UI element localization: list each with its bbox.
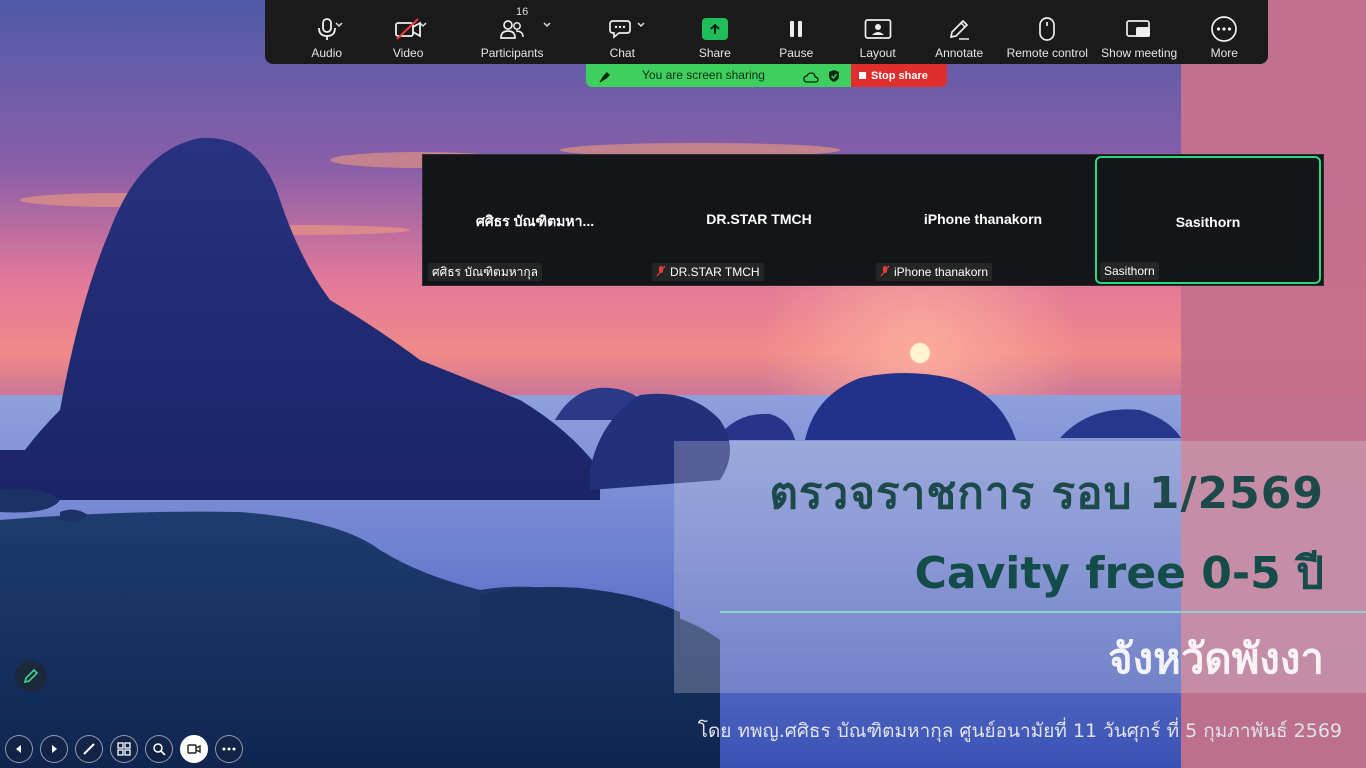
participants-count: 16 (516, 6, 529, 18)
stop-share-label: Stop share (871, 69, 928, 82)
participant-tag: iPhone thanakorn (876, 263, 993, 281)
slide-byline: โดย ทพญ.ศศิธร บัณฑิตมหากุล ศูนย์อนามัยที… (697, 720, 1342, 742)
audio-chevron-icon[interactable] (333, 16, 345, 28)
participant-video-strip: ศศิธร บัณฑิตมหา... ศศิธร บัณฑิตมหากุล DR… (422, 154, 1324, 286)
show-meeting-button[interactable]: Show meeting (1096, 0, 1183, 64)
remote-control-label: Remote control (1006, 46, 1088, 60)
more-icon (222, 747, 236, 751)
slide-title-line3: จังหวัดพังงา (1108, 634, 1324, 683)
share-screen-icon (701, 12, 728, 46)
annotate-pen-button[interactable] (15, 660, 47, 692)
share-button[interactable]: Share (679, 0, 750, 64)
pen-icon (947, 12, 971, 46)
muted-microphone-icon (880, 265, 890, 280)
pin-icon[interactable] (598, 68, 611, 87)
participants-chevron-icon[interactable] (541, 16, 553, 28)
pen-icon (23, 668, 39, 684)
layout-label: Layout (859, 46, 896, 60)
participant-tag-label: iPhone thanakorn (894, 265, 989, 279)
chat-button[interactable]: Chat (591, 0, 653, 64)
pen-tool-button[interactable] (75, 735, 103, 763)
muted-microphone-icon (656, 265, 666, 280)
participant-tile[interactable]: ศศิธร บัณฑิตมหา... ศศิธร บัณฑิตมหากุล (423, 155, 647, 285)
layout-button[interactable]: Layout (842, 0, 913, 64)
more-icon (1210, 12, 1238, 46)
slides-grid-button[interactable] (110, 735, 138, 763)
screen-sharing-bar[interactable]: You are screen sharing (586, 64, 851, 87)
video-button[interactable]: Video (372, 0, 443, 64)
camera-button[interactable] (180, 735, 208, 763)
annotate-button[interactable]: Annotate (923, 0, 994, 64)
participant-name: iPhone thanakorn (923, 211, 1043, 227)
video-label: Video (392, 46, 424, 60)
slide-divider (720, 611, 1366, 613)
participant-tag-label: Sasithorn (1104, 264, 1155, 278)
chat-chevron-icon[interactable] (635, 16, 647, 28)
next-slide-button[interactable] (40, 735, 68, 763)
pause-icon (786, 12, 806, 46)
show-meeting-icon (1125, 12, 1153, 46)
pause-label: Pause (779, 46, 814, 60)
participant-tag-label: ศศิธร บัณฑิตมหากุล (432, 264, 539, 279)
participant-name: DR.STAR TMCH (706, 211, 812, 227)
camera-icon (187, 744, 201, 754)
show-meeting-label: Show meeting (1101, 46, 1178, 60)
remote-control-button[interactable]: Remote control (1005, 0, 1090, 64)
participant-tile[interactable]: iPhone thanakorn iPhone thanakorn (871, 155, 1095, 285)
participant-name: ศศิธร บัณฑิตมหา... (475, 213, 595, 229)
previous-slide-button[interactable] (5, 735, 33, 763)
participant-tag: Sasithorn (1100, 262, 1159, 280)
more-options-button[interactable] (215, 735, 243, 763)
chat-icon (609, 12, 635, 46)
mouse-icon (1038, 12, 1056, 46)
shield-icon (828, 68, 840, 87)
participant-tag: DR.STAR TMCH (652, 263, 764, 281)
more-button[interactable]: More (1189, 0, 1260, 64)
meeting-toolbar: Audio Video Participants 16 Chat Share P… (265, 0, 1268, 64)
stop-share-button[interactable]: Stop share (851, 64, 947, 87)
participant-tile-active-speaker[interactable]: Sasithorn Sasithorn (1095, 156, 1321, 284)
audio-button[interactable]: Audio (291, 0, 362, 64)
participants-label: Participants (480, 46, 544, 60)
pen-icon (83, 743, 95, 755)
next-icon (52, 745, 57, 753)
participant-tile[interactable]: DR.STAR TMCH DR.STAR TMCH (647, 155, 871, 285)
zoom-icon (153, 743, 166, 756)
presentation-controls (5, 735, 243, 763)
more-label: More (1210, 46, 1238, 60)
slide-title-line2: Cavity free 0-5 ปี (914, 548, 1324, 599)
cloud-icon (803, 69, 819, 88)
stop-icon (859, 72, 866, 79)
zoom-button[interactable] (145, 735, 173, 763)
slides-grid-icon (117, 742, 131, 756)
pause-button[interactable]: Pause (761, 0, 832, 64)
participant-tag: ศศิธร บัณฑิตมหากุล (428, 263, 543, 281)
annotate-label: Annotate (935, 46, 984, 60)
share-label: Share (698, 46, 731, 60)
slide-title-line1: ตรวจราชการ รอบ 1/2569 (769, 468, 1324, 519)
screen-sharing-status: You are screen sharing (642, 68, 765, 82)
participant-tag-label: DR.STAR TMCH (670, 265, 760, 279)
layout-icon (864, 12, 892, 46)
chat-label: Chat (609, 46, 635, 60)
previous-icon (16, 745, 21, 753)
participants-button[interactable]: Participants (464, 0, 561, 64)
participant-name: Sasithorn (1175, 214, 1241, 230)
video-chevron-icon[interactable] (417, 16, 429, 28)
audio-label: Audio (311, 46, 343, 60)
